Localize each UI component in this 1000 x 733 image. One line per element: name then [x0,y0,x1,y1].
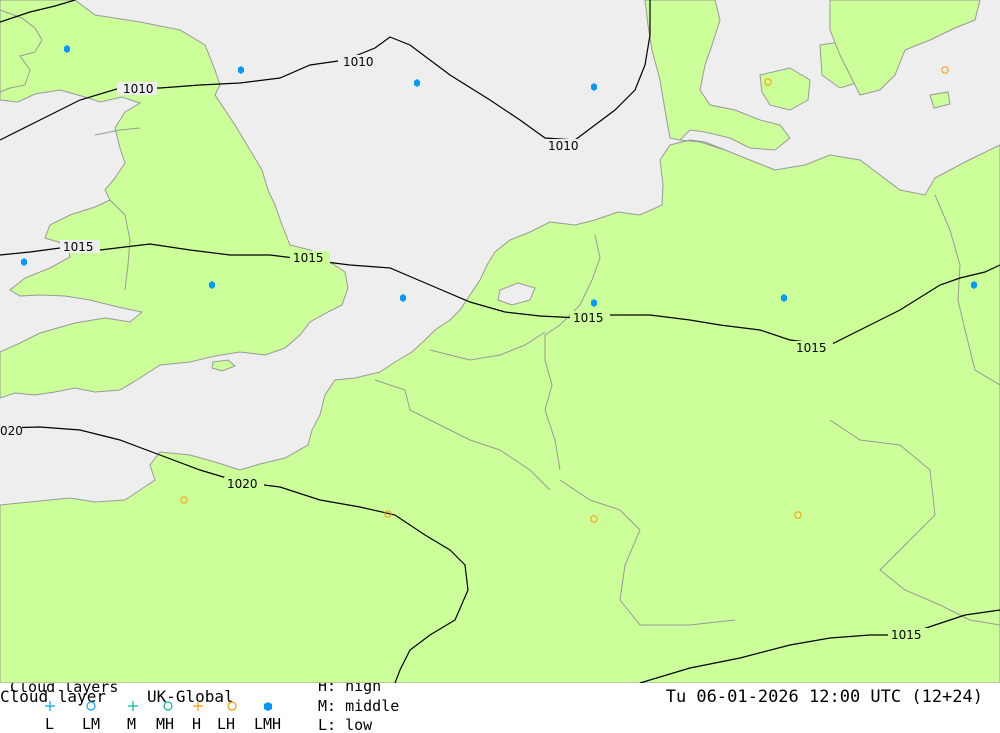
legend-code: L [45,715,54,733]
key-low: L: low [318,716,373,733]
legend-code: LH [217,715,235,733]
isobar-label: 020 [0,424,23,438]
model-name: UK-Global [147,687,234,706]
isobar-label: 1015 [63,240,94,254]
isobar-label: 1010 [343,55,374,69]
isobar-label: 1010 [123,82,154,96]
isobar-label: 1015 [891,628,922,642]
isobar-label: 1015 [293,251,324,265]
isobar-label: 1020 [227,477,258,491]
legend-code: LMH [254,715,281,733]
legend-code: MH [156,715,174,733]
key-high: H: high [318,683,381,695]
legend-footer: Cloud layers Cloud layer UK-Global L LM … [0,683,1000,733]
forecast-datetime: Tu 06-01-2026 12:00 UTC (12+24) [666,687,983,707]
key-middle: M: middle [318,697,399,715]
plus-teal-icon [128,701,138,711]
legend-code: LM [82,715,100,733]
isobar-label: 1015 [796,341,827,355]
hexagon-blue-icon [264,702,272,711]
legend-title: Cloud layer [0,687,106,706]
weather-map: 1010 1010 1010 1015 1015 1015 1015 1015 … [0,0,1000,683]
isobar-label: 1015 [573,311,604,325]
legend-code: H [192,715,201,733]
isobar-label: 1010 [548,139,579,153]
legend-code: M [127,715,136,733]
